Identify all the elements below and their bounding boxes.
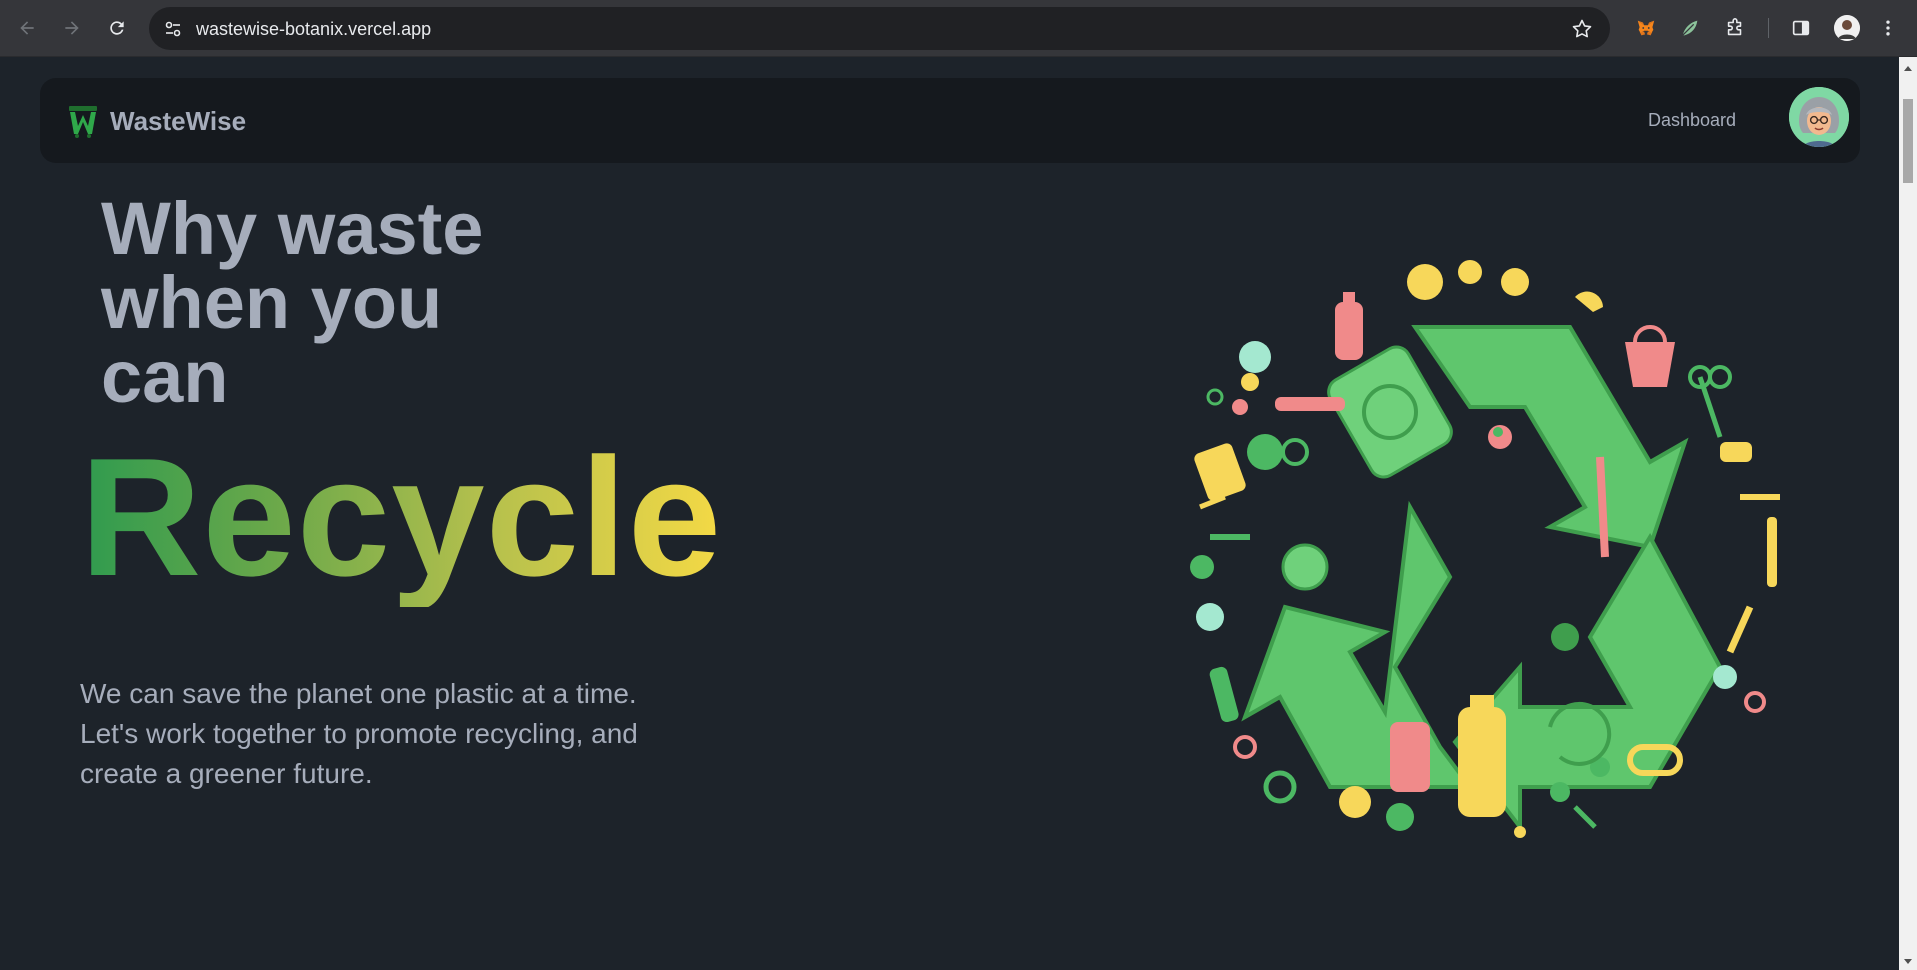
toolbar-divider (1768, 18, 1769, 38)
top-navbar: WasteWise Dashboard (40, 78, 1860, 163)
arrow-right-icon (65, 21, 79, 35)
scrollbar-thumb[interactable] (1903, 99, 1913, 183)
hero-highlight-word: Recycle (80, 423, 723, 611)
address-bar[interactable]: wastewise-botanix.vercel.app (149, 7, 1610, 50)
scroll-up-icon[interactable] (1904, 66, 1912, 71)
brand-link[interactable]: WasteWise (68, 104, 246, 138)
wastewise-logo-icon (69, 106, 97, 138)
site-info-icon[interactable] (162, 18, 184, 40)
arrow-left-icon (20, 21, 34, 35)
hero-subtext-line-1: We can save the planet one plastic at a … (80, 678, 637, 709)
recycle-illustration-image (1190, 260, 1780, 838)
page-scrollbar[interactable] (1899, 57, 1917, 970)
reload-button[interactable] (103, 14, 131, 42)
metamask-extension-icon[interactable] (1633, 15, 1659, 41)
kebab-menu-icon[interactable] (1880, 15, 1896, 41)
hero-subtext-line-2: Let's work together to promote recycling… (80, 718, 638, 789)
star-icon (1572, 19, 1592, 38)
bookmark-button[interactable] (1570, 17, 1594, 41)
side-panel-icon[interactable] (1788, 15, 1814, 41)
nav-link-dashboard[interactable]: Dashboard (1648, 110, 1736, 131)
back-button[interactable] (13, 14, 41, 42)
user-avatar[interactable] (1789, 87, 1849, 147)
profile-avatar[interactable] (1834, 15, 1860, 41)
forward-button[interactable] (58, 14, 86, 42)
reload-icon (110, 21, 124, 35)
leaf-extension-icon[interactable] (1677, 15, 1703, 41)
browser-toolbar: wastewise-botanix.vercel.app (0, 0, 1917, 57)
hero-heading: Why waste when you can (101, 187, 484, 418)
url-text[interactable]: wastewise-botanix.vercel.app (196, 19, 431, 40)
scroll-down-icon[interactable] (1904, 959, 1912, 964)
extensions-puzzle-icon[interactable] (1722, 15, 1748, 41)
page-content: WasteWise Dashboard Why waste when you c… (0, 57, 1899, 970)
brand-name: WasteWise (110, 105, 247, 136)
hero-subtext: We can save the planet one plastic at a … (80, 674, 640, 794)
